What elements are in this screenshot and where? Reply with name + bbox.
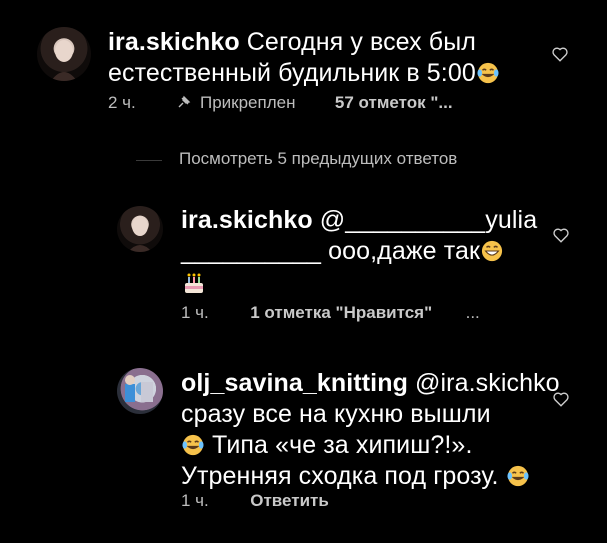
comment-meta: 1 ч. 1 отметка "Нравится" ... — [181, 303, 480, 323]
comment-time: 2 ч. — [108, 93, 136, 112]
pin-icon — [177, 94, 191, 108]
comment-body-line1: Сегодня у всех был — [246, 28, 476, 56]
like-heart-icon[interactable] — [552, 390, 570, 408]
comment-meta: 2 ч. Прикреплен 57 отметок "... — [108, 93, 453, 113]
like-heart-icon[interactable] — [552, 226, 570, 244]
avatar[interactable] — [117, 368, 163, 414]
avatar[interactable] — [37, 27, 91, 81]
replies-divider — [136, 160, 162, 161]
comment-body: ооо,даже так — [328, 237, 481, 265]
comment-mention[interactable]: @ira.skichko — [415, 369, 560, 397]
like-heart-icon[interactable] — [551, 45, 569, 63]
joy-emoji — [506, 464, 530, 487]
more-options[interactable]: ... — [466, 303, 480, 322]
comment-body-line3: Типа «че за хипиш?!». — [212, 431, 473, 459]
joy-emoji — [476, 61, 500, 84]
comment-body-line4: Утренняя сходка под грозу. — [181, 462, 499, 490]
avatar[interactable] — [117, 206, 163, 252]
pinned-label: Прикреплен — [199, 93, 296, 112]
view-previous-replies[interactable]: Посмотреть 5 предыдущих ответов — [179, 149, 457, 169]
likes-count[interactable]: 1 отметка "Нравится" — [250, 303, 432, 322]
comment-username[interactable]: ira.skichko — [108, 28, 240, 56]
comment-body-line2: сразу все на кухню вышли — [181, 400, 491, 428]
comment-time: 1 ч. — [181, 303, 209, 322]
reply-button[interactable]: Ответить — [250, 491, 329, 510]
avatar-image — [51, 40, 77, 81]
grin-emoji — [480, 239, 504, 262]
comment-username[interactable]: olj_savina_knitting — [181, 369, 408, 397]
joy-emoji — [181, 433, 205, 456]
comment-time: 1 ч. — [181, 491, 209, 510]
comment-text: ira.skichko @__________yulia __________ … — [181, 205, 537, 298]
comment-meta: 1 ч. Ответить — [181, 491, 329, 511]
comment-text: ira.skichko Сегодня у всех был естествен… — [108, 27, 500, 89]
comment-mention-cont[interactable]: __________ — [181, 237, 321, 265]
birthday-cake-emoji — [181, 270, 207, 296]
comment-text: olj_savina_knitting @ira.skichko сразу в… — [181, 368, 560, 492]
comment-username[interactable]: ira.skichko — [181, 206, 313, 234]
likes-count[interactable]: 57 отметок "... — [335, 93, 453, 112]
comment-mention[interactable]: @__________yulia — [320, 206, 537, 234]
comment-body-line2: естественный будильник в 5:00 — [108, 59, 476, 87]
avatar-image — [125, 375, 153, 402]
avatar-image — [128, 216, 152, 252]
